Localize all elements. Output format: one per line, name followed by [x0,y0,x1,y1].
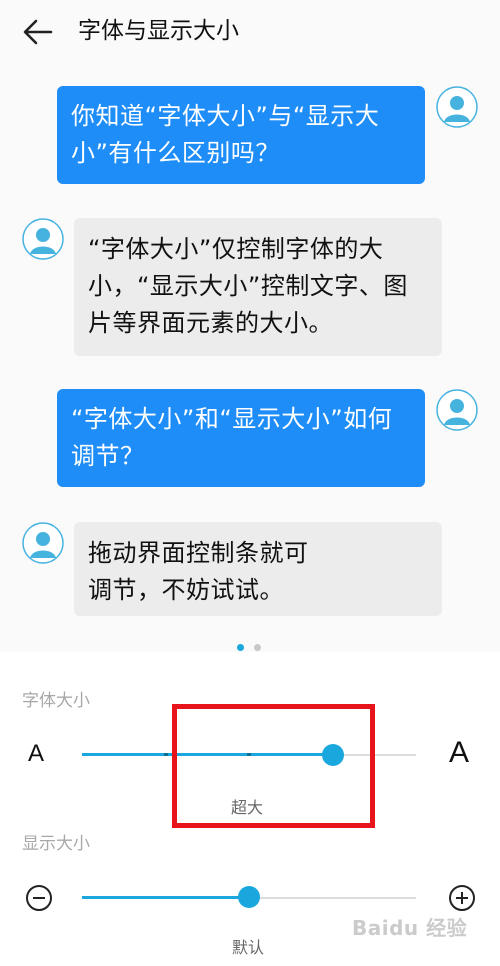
assistant-avatar-icon [22,218,64,260]
user-message-bubble: 你知道“字体大小”与“显示大小”有什么区别吗？ [57,86,425,184]
slider-fill [82,896,249,899]
assistant-avatar-icon [22,522,64,564]
baidu-watermark: Baidu 经验 [352,916,468,940]
highlight-box [172,704,375,828]
message-text: 拖动界面控制条就可调节，不妨试试。 [88,539,309,604]
user-avatar-icon [436,389,478,431]
assistant-message-bubble: 拖动界面控制条就可调节，不妨试试。 [74,522,442,616]
font-size-label: 字体大小 [22,691,90,711]
message-text: “字体大小”和“显示大小”如何调节？ [71,405,393,470]
user-message-bubble: “字体大小”和“显示大小”如何调节？ [57,389,425,487]
message-text: 你知道“字体大小”与“显示大小”有什么区别吗？ [71,102,380,167]
message-text: “字体大小”仅控制字体的大小，“显示大小”控制文字、图片等界面元素的大小。 [88,235,408,337]
top-bar: 字体与显示大小 [0,0,500,64]
preview-chat: 你知道“字体大小”与“显示大小”有什么区别吗？ “字体大小”仅控制字体的大小，“… [0,64,500,652]
plus-circle-icon[interactable] [448,884,476,912]
arrow-left-icon [23,19,53,45]
page-title: 字体与显示大小 [78,18,239,44]
back-button[interactable] [18,14,58,50]
small-font-icon: A [28,740,45,767]
user-avatar-icon [436,86,478,128]
display-size-label: 显示大小 [22,834,90,854]
assistant-message-bubble: “字体大小”仅控制字体的大小，“显示大小”控制文字、图片等界面元素的大小。 [74,218,442,356]
large-font-icon: A [449,736,470,769]
page-dot[interactable] [254,644,261,651]
slider-tick [164,753,168,756]
page-dot-active[interactable] [237,644,244,651]
display-size-value: 默认 [232,938,265,957]
minus-circle-icon[interactable] [25,884,53,912]
display-size-slider-thumb[interactable] [238,886,260,908]
